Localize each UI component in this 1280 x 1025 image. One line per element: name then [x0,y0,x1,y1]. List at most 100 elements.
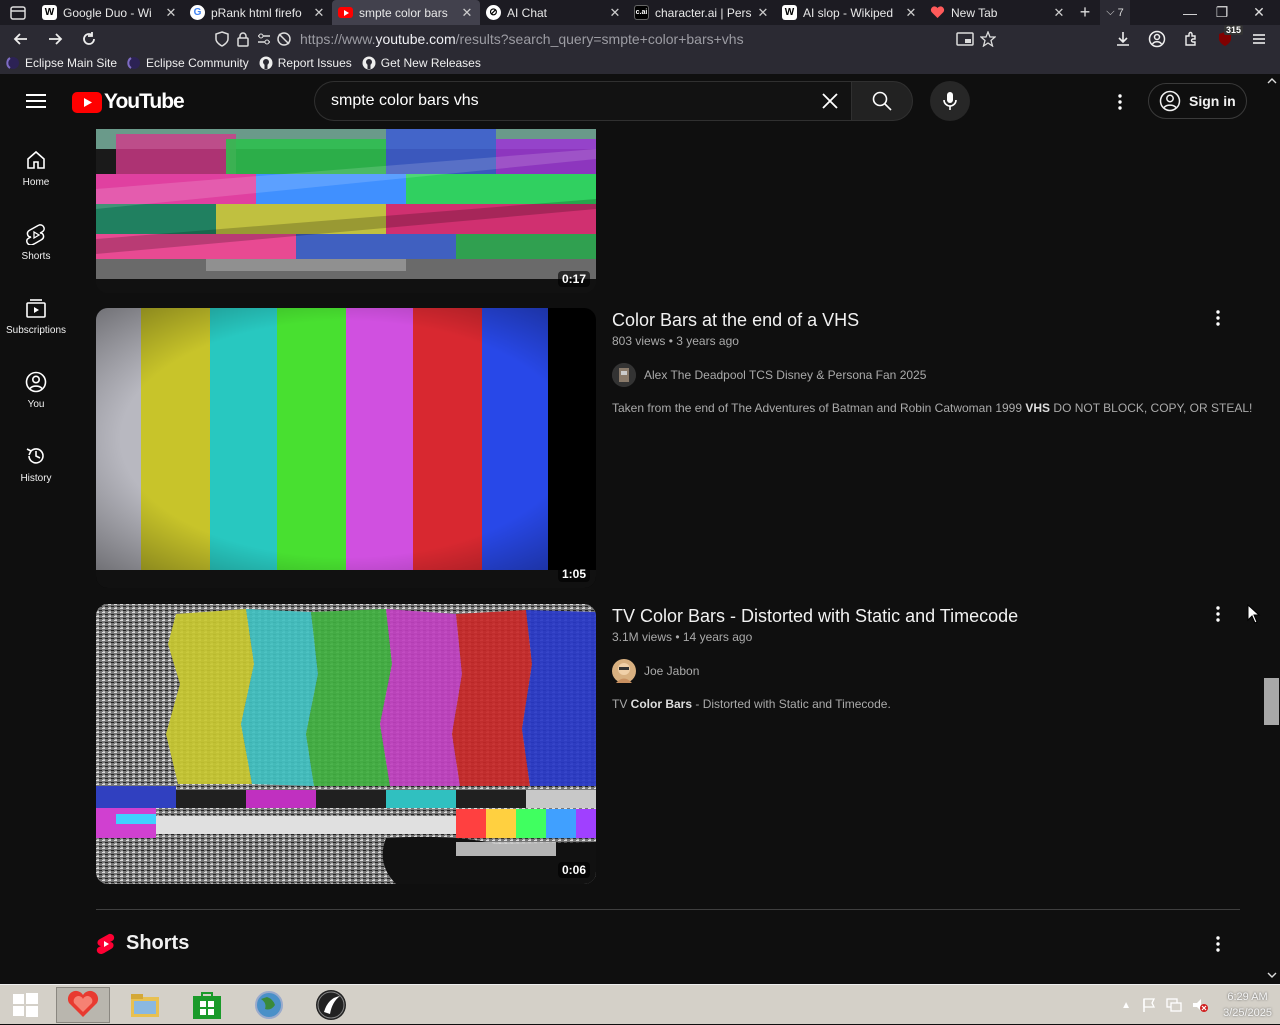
firefox-view-button[interactable] [0,0,36,25]
page-scrollbar[interactable] [1264,74,1280,984]
tab-new-tab[interactable]: New Tab ✕ [924,0,1072,25]
desc-text: TV [612,697,631,711]
app-menu-button[interactable] [1242,25,1276,52]
clock[interactable]: 6:29 AM 3/25/2025 [1223,989,1272,1021]
new-tab-button[interactable]: + [1072,0,1098,25]
bookmark-star-icon[interactable] [980,30,996,47]
avatar[interactable] [612,659,636,683]
close-icon[interactable]: ✕ [608,5,622,21]
guide-item-shorts[interactable]: Shorts [0,203,72,277]
taskbar-app-file-explorer[interactable] [118,987,172,1023]
close-icon[interactable]: ✕ [460,5,474,21]
sign-in-button[interactable]: Sign in [1148,83,1247,119]
github-icon [259,56,273,70]
tab-label: New Tab [951,5,998,20]
network-icon[interactable] [1165,997,1183,1013]
taskbar-app-network[interactable] [242,987,296,1023]
shield-icon[interactable] [214,30,230,47]
guide-item-subscriptions[interactable]: Subscriptions [0,277,72,351]
taskbar-app-eclipse[interactable] [304,987,358,1023]
tab-ai-slop[interactable]: W AI slop - Wikiped ✕ [776,0,924,25]
close-icon: ✕ [1253,4,1265,20]
hamburger-menu-icon [26,94,46,108]
channel-name[interactable]: Joe Jabon [644,664,699,678]
downloads-button[interactable] [1106,25,1140,52]
bookmark-get-new-releases[interactable]: Get New Releases [362,56,481,70]
list-all-tabs-button[interactable]: ⌵ 7 [1100,0,1130,25]
video-thumbnail[interactable]: 1:05 [96,308,596,588]
forward-button[interactable] [38,25,72,52]
ublock-button[interactable]: 315 [1208,25,1244,52]
search-input[interactable]: smpte color bars vhs [315,92,810,110]
settings-more-button[interactable] [1106,88,1134,116]
extensions-button[interactable] [1174,25,1208,52]
channel-name[interactable]: Alex The Deadpool TCS Disney & Persona F… [644,368,926,382]
video-more-button[interactable] [1204,600,1232,628]
more-vertical-icon [1118,94,1122,110]
minimize-button[interactable]: — [1174,0,1206,25]
back-button[interactable] [4,25,38,52]
video-thumbnail[interactable]: 0:06 [96,604,596,884]
tab-ai-chat[interactable]: ⊘ AI Chat ✕ [480,0,628,25]
close-icon[interactable]: ✕ [164,5,178,21]
scrollbar-thumb[interactable] [1264,678,1279,725]
video-duration: 0:06 [557,862,590,878]
tab-google-duo[interactable]: W Google Duo - Wi ✕ [36,0,184,25]
video-title[interactable]: Color Bars at the end of a VHS [612,307,1232,333]
guide-item-history[interactable]: History [0,425,72,499]
close-window-button[interactable]: ✕ [1238,0,1280,25]
close-icon[interactable]: ✕ [312,5,326,21]
video-more-button[interactable] [1204,304,1232,332]
desc-text: DO NOT BLOCK, COPY, OR STEAL! [1050,401,1253,415]
autoplay-blocked-icon[interactable] [276,31,292,47]
guide-label: Subscriptions [5,325,67,336]
search-button[interactable] [851,81,913,121]
tab-prank[interactable]: G pRank html firefo ✕ [184,0,332,25]
restore-button[interactable]: ❐ [1206,0,1238,25]
picture-in-picture-icon[interactable] [956,31,974,47]
tab-smpte-color-bars[interactable]: smpte color bars ✕ [332,0,480,25]
lock-icon[interactable] [236,31,250,47]
start-button[interactable] [2,987,48,1023]
account-button[interactable] [1140,25,1174,52]
channel-row[interactable]: Alex The Deadpool TCS Disney & Persona F… [612,363,1232,387]
close-icon[interactable]: ✕ [1052,5,1066,21]
bookmark-eclipse-community[interactable]: Eclipse Community [127,56,249,70]
browser-app-icon [67,990,99,1017]
reload-button[interactable] [72,25,106,52]
tab-character-ai[interactable]: c.ai character.ai | Pers ✕ [628,0,776,25]
avatar[interactable] [612,363,636,387]
action-center-flag-icon[interactable] [1141,997,1157,1013]
video-meta: 803 views • 3 years ago [612,334,739,348]
search-box[interactable]: smpte color bars vhs [314,81,852,121]
url-bar[interactable]: https://www.youtube.com/results?search_q… [208,27,1004,50]
permissions-icon[interactable] [256,31,272,47]
taskbar-app-store[interactable] [180,987,234,1023]
video-thumbnail[interactable]: 0:17 [96,129,596,293]
close-icon[interactable]: ✕ [904,5,918,21]
account-icon [1148,30,1166,47]
google-icon: G [190,5,205,20]
close-icon[interactable]: ✕ [756,5,770,21]
video-title[interactable]: TV Color Bars - Distorted with Static an… [612,603,1232,629]
scroll-down-icon[interactable] [1264,970,1280,980]
channel-row[interactable]: Joe Jabon [612,659,1232,683]
clear-search-button[interactable] [810,82,850,120]
desc-highlight: Color Bars [630,697,693,711]
bookmark-report-issues[interactable]: Report Issues [259,56,352,70]
shorts-more-button[interactable] [1204,930,1232,958]
scroll-up-icon[interactable] [1264,76,1280,86]
bookmark-label: Eclipse Main Site [25,56,118,70]
guide-item-you[interactable]: You [0,351,72,425]
tab-label: smpte color bars [359,5,448,20]
show-hidden-icons-button[interactable]: ▲ [1121,1000,1131,1011]
guide-item-home[interactable]: Home [0,129,72,203]
guide-menu-button[interactable] [22,88,50,114]
volume-muted-icon[interactable] [1191,997,1209,1013]
taskbar-app-browser[interactable] [56,986,110,1023]
bookmark-eclipse-main-site[interactable]: Eclipse Main Site [6,56,117,70]
youtube-logo[interactable]: YouTube [72,90,185,114]
download-icon [1117,31,1129,46]
voice-search-button[interactable] [930,81,970,121]
shorts-logo-icon [96,933,115,954]
